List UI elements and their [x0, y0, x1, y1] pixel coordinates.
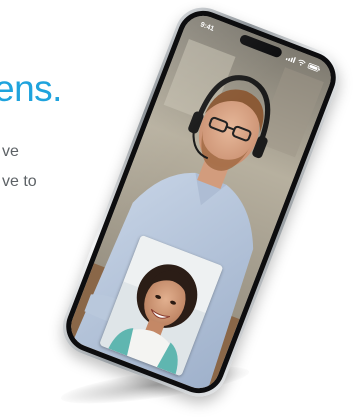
wifi-icon	[298, 59, 306, 66]
phone-screen: 9:41	[65, 9, 337, 395]
body-text-line-1: ve	[2, 143, 19, 160]
phone-bezel: 9:41	[58, 3, 344, 401]
battery-icon	[307, 63, 321, 72]
marketing-hero: ens. ve ve to 9:41	[0, 0, 353, 417]
status-time: 9:41	[199, 20, 216, 33]
headline: ens.	[0, 68, 62, 109]
body-text-line-2: ve to	[2, 173, 37, 190]
signal-icon	[285, 56, 297, 64]
phone-device: 9:41	[54, 0, 348, 405]
